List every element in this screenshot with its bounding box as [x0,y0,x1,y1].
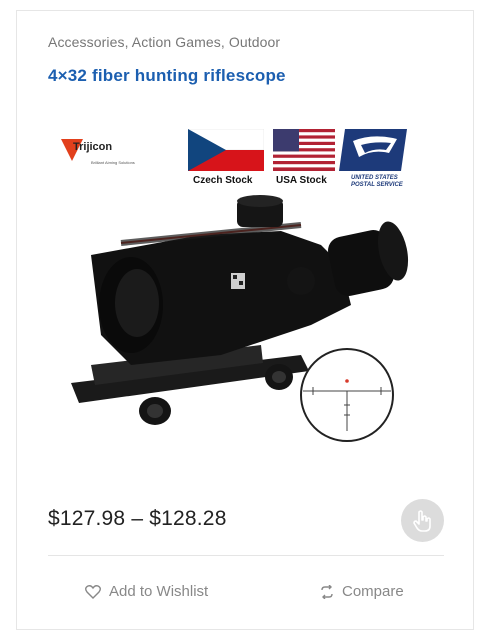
compare-label: Compare [342,583,404,600]
compare-arrows-icon [320,584,334,599]
product-categories[interactable]: Accessories, Action Games, Outdoor [48,34,280,50]
riflescope-illustration [71,195,409,442]
add-to-wishlist-button[interactable]: Add to Wishlist [85,583,208,600]
usa-flag: USA Stock [273,129,335,186]
usa-stock-label: USA Stock [276,175,327,186]
select-options-button[interactable] [401,499,444,542]
heart-icon [85,584,101,599]
usps-logo: UNITED STATES POSTAL SERVICE [339,129,407,188]
product-image[interactable]: Trijicon Brilliant Aiming Solutions Czec… [51,115,441,455]
trijicon-logo: Trijicon Brilliant Aiming Solutions [61,135,156,175]
czech-stock-label: Czech Stock [193,175,253,186]
product-title[interactable]: 4×32 fiber hunting riflescope [48,66,286,86]
compare-button[interactable]: Compare [320,583,404,600]
divider [48,555,444,556]
hand-pointer-icon [412,509,431,532]
product-card[interactable]: Accessories, Action Games, Outdoor 4×32 … [16,10,474,630]
product-price: $127.98 – $128.28 [48,507,227,530]
wishlist-label: Add to Wishlist [109,583,209,600]
czech-flag: Czech Stock [187,128,265,186]
